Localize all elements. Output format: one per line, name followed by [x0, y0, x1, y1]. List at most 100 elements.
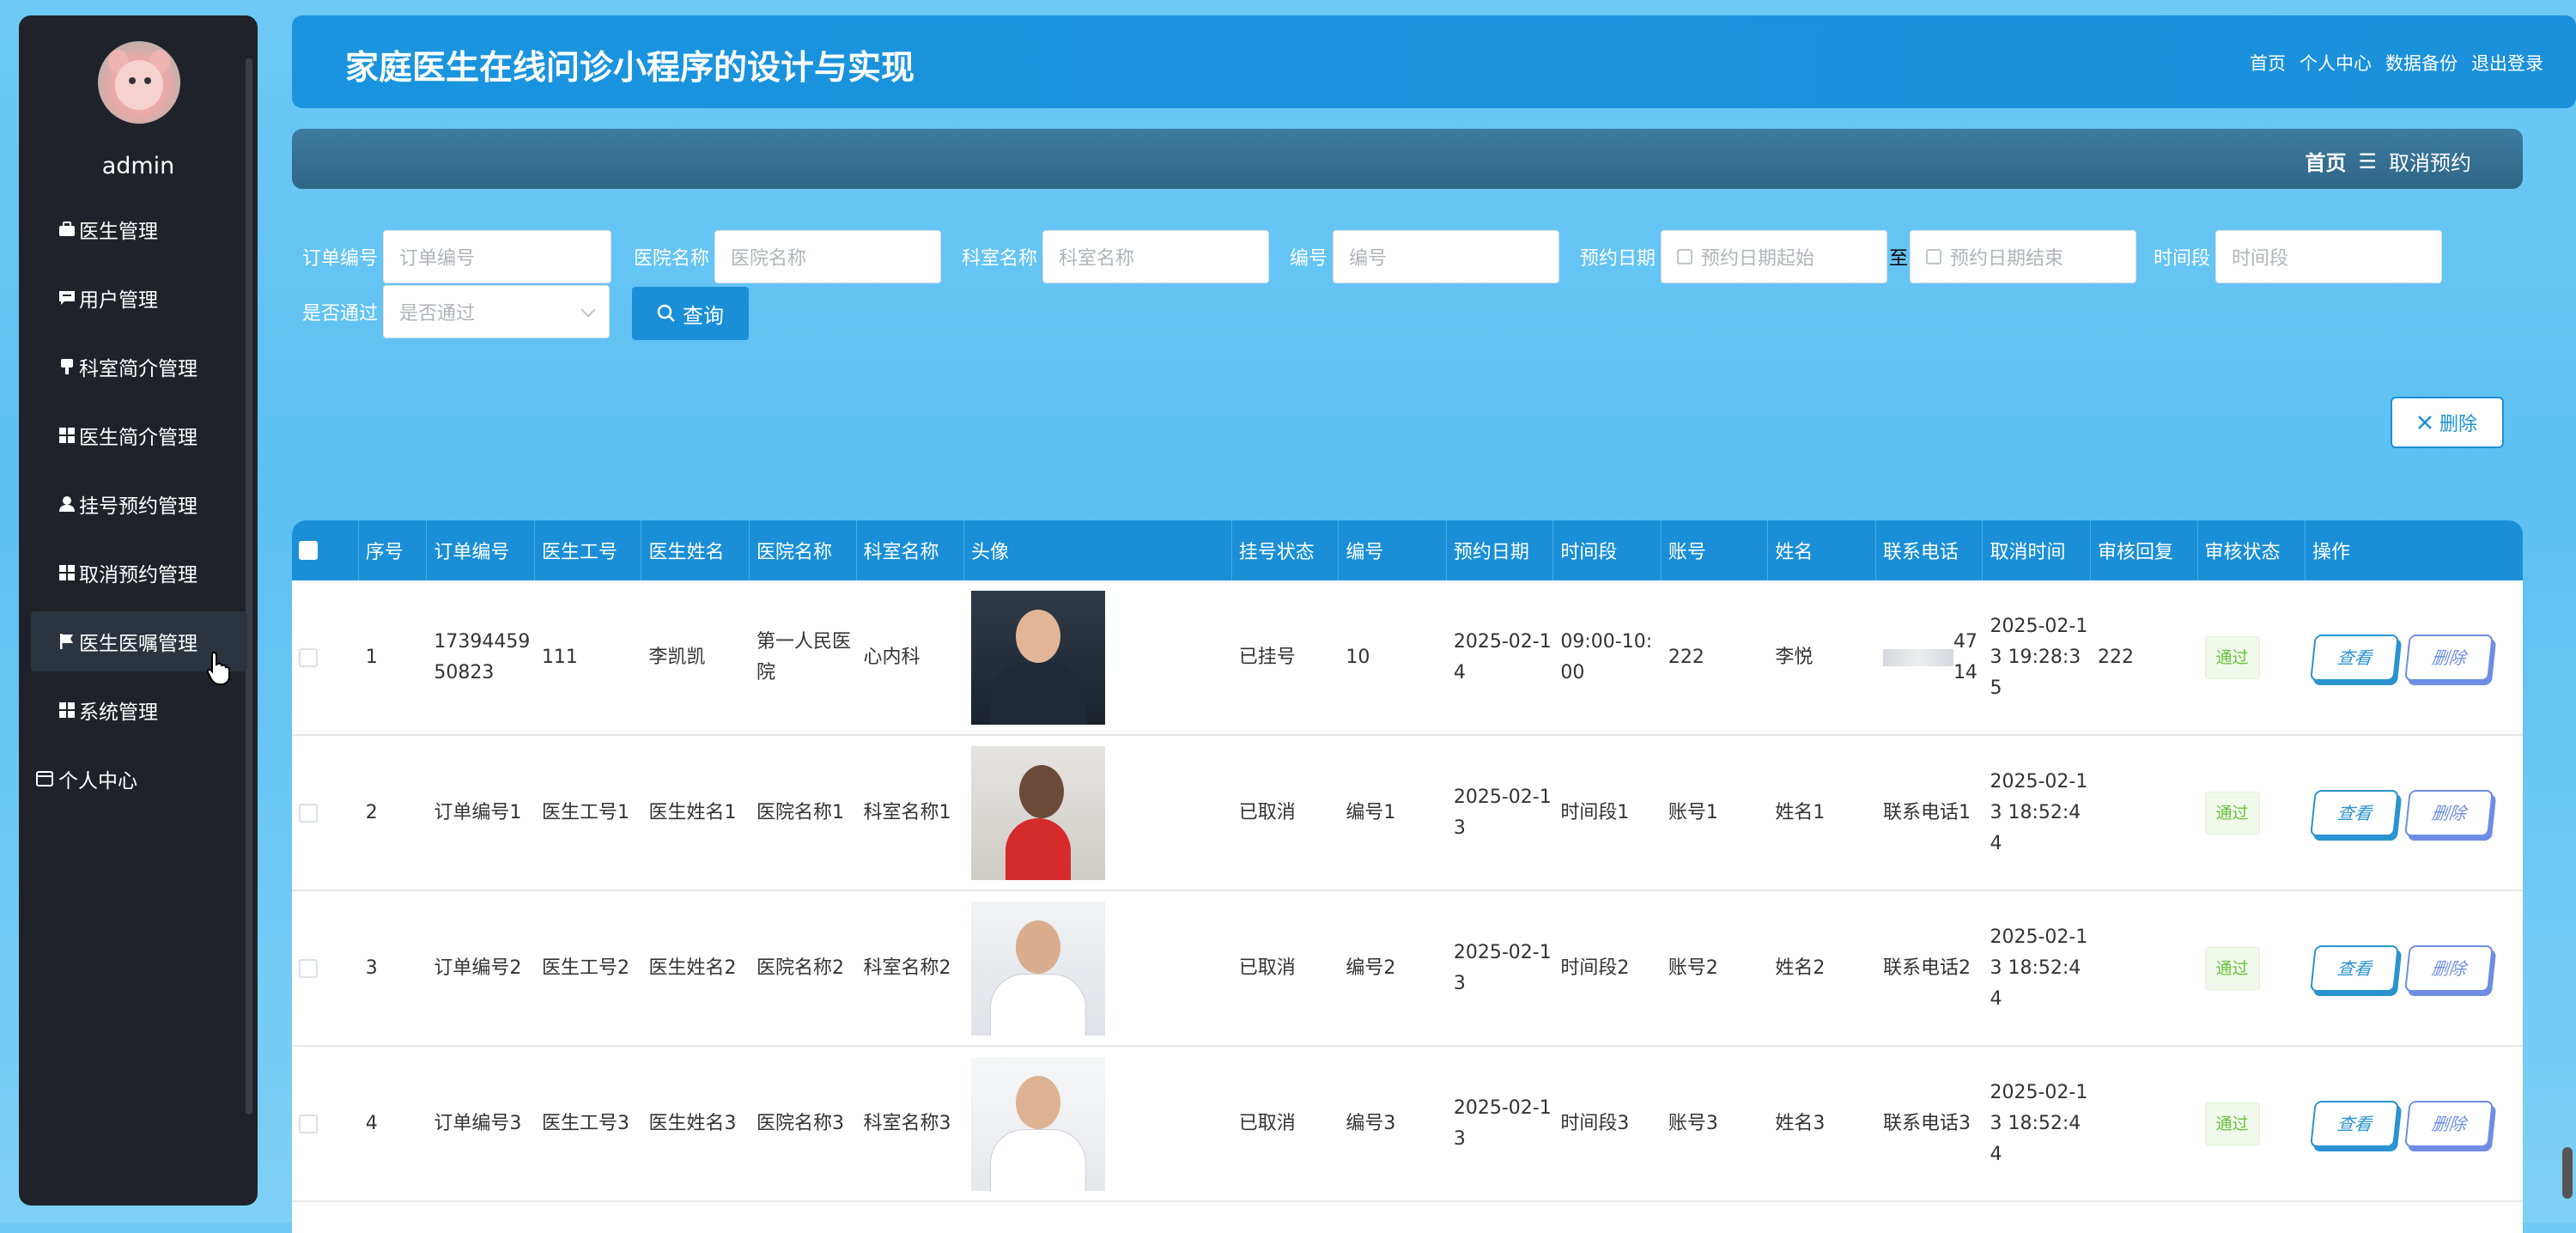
cell-audit: 通过 — [2198, 736, 2306, 890]
cell-status: 已取消 — [1238, 957, 1296, 979]
table-row: 2 订单编号1 医生工号1 医生姓名1 医院名称1 科室名称1 已取消 编号1 … — [292, 736, 2523, 891]
cell-reply — [2091, 736, 2198, 890]
card-icon — [36, 771, 53, 787]
row-checkbox[interactable] — [299, 1114, 318, 1133]
sidebar-item-cancel[interactable]: 取消预约管理 — [31, 543, 247, 603]
placeholder: 科室名称 — [1059, 248, 1135, 270]
doctor-photo[interactable] — [971, 1056, 1106, 1191]
row-checkbox[interactable] — [299, 803, 318, 823]
header-link-home[interactable]: 首页 — [2250, 50, 2286, 76]
cell-phone: 联系电话2 — [1882, 957, 1971, 979]
delete-button[interactable]: 删除 — [2404, 789, 2494, 836]
cell-reply — [2091, 1047, 2198, 1200]
cell-cancel-time: 2025-02-13 19:28:35 — [1990, 615, 2088, 699]
grid-icon — [59, 428, 75, 443]
cell-dept: 科室名称3 — [863, 1112, 951, 1134]
sidebar-item-appointment[interactable]: 挂号预约管理 — [31, 474, 247, 534]
column-header: 编号 — [1339, 520, 1447, 580]
cell-photo — [964, 891, 1232, 1045]
grid-icon — [59, 702, 75, 718]
cell-cancel-time: 2025-02-13 18:52:44 — [1990, 770, 2088, 854]
cell-dept: 科室名称1 — [863, 801, 951, 823]
cell-account: 账号2 — [1668, 957, 1718, 979]
status-badge: 通过 — [2204, 635, 2260, 679]
sidebar-item-doctor-intro[interactable]: 医生简介管理 — [31, 405, 247, 465]
column-header: 订单编号 — [427, 520, 535, 580]
order-no-input[interactable]: 订单编号 — [383, 230, 612, 283]
batch-delete-button[interactable]: 删除 — [2391, 397, 2504, 448]
column-header: 医生工号 — [535, 520, 642, 580]
doctor-photo[interactable] — [971, 901, 1106, 1036]
cell-hospital: 第一人民医院 — [756, 630, 851, 683]
select-all-cell — [292, 520, 359, 580]
avatar[interactable] — [98, 41, 180, 124]
cell-date: 2025-02-13 — [1453, 1096, 1552, 1150]
page-scrollbar[interactable] — [2562, 1147, 2573, 1199]
cell-time: 时间段1 — [1560, 801, 1630, 823]
breadcrumb: 首页 ☰ 取消预约 — [292, 129, 2523, 189]
doctor-photo[interactable] — [971, 590, 1106, 725]
cell-code: 编号1 — [1346, 801, 1396, 823]
delete-button[interactable]: 删除 — [2404, 634, 2494, 681]
flag-icon — [60, 634, 73, 649]
column-header: 操作 — [2312, 542, 2351, 563]
dept-input[interactable]: 科室名称 — [1042, 230, 1270, 283]
cell-dept: 心内科 — [863, 646, 920, 668]
sidebar-item-doctor[interactable]: 医生管理 — [31, 199, 247, 259]
sidebar-item-user[interactable]: 用户管理 — [31, 268, 247, 328]
table-row: 4 订单编号3 医生工号3 医生姓名3 医院名称3 科室名称3 已取消 编号3 … — [292, 1047, 2523, 1202]
placeholder: 时间段 — [2232, 248, 2289, 270]
select-all-checkbox[interactable] — [299, 541, 318, 560]
sidebar-item-system[interactable]: 系统管理 — [31, 680, 247, 740]
hospital-input[interactable]: 医院名称 — [714, 230, 942, 283]
header-link-backup[interactable]: 数据备份 — [2385, 50, 2458, 76]
view-button[interactable]: 查看 — [2310, 1100, 2399, 1147]
row-select-cell — [292, 736, 359, 890]
cell-no: 2 — [365, 801, 378, 823]
view-button[interactable]: 查看 — [2310, 634, 2399, 681]
avatar-eye — [129, 77, 136, 84]
cell-name: 李悦 — [1775, 646, 1814, 668]
cell-order: 订单编号3 — [434, 1112, 522, 1134]
sidebar-item-dept-intro[interactable]: 科室简介管理 — [31, 337, 247, 397]
doctor-photo[interactable] — [971, 745, 1106, 880]
cell-status: 已取消 — [1238, 1112, 1296, 1134]
column-header: 科室名称 — [857, 520, 965, 580]
approved-select[interactable]: 是否通过 — [383, 285, 611, 338]
code-input[interactable]: 编号 — [1333, 230, 1560, 283]
breadcrumb-home[interactable]: 首页 — [2305, 146, 2346, 176]
column-header: 医生姓名 — [641, 520, 750, 580]
delete-button[interactable]: 删除 — [2404, 1100, 2494, 1147]
placeholder: 订单编号 — [399, 248, 476, 270]
cell-phone: 47 14 — [1876, 580, 1984, 734]
row-checkbox[interactable] — [299, 958, 318, 978]
sidebar-item-personal[interactable]: 个人中心 — [31, 749, 247, 809]
chat-icon — [59, 291, 75, 305]
dept-field: 科室名称 科室名称 — [962, 230, 1270, 283]
view-button[interactable]: 查看 — [2310, 789, 2399, 836]
header-link-logout[interactable]: 退出登录 — [2471, 50, 2543, 76]
header-link-profile[interactable]: 个人中心 — [2300, 50, 2372, 76]
row-checkbox[interactable] — [299, 647, 318, 667]
avatar-face — [115, 60, 163, 110]
table-row: 1 1739445950823 111 李凯凯 第一人民医院 心内科 已挂号 1… — [292, 580, 2523, 736]
date-start-input[interactable]: 预约日期起始 — [1661, 230, 1888, 283]
close-icon — [2418, 416, 2432, 429]
phone-text: 47 14 — [1953, 630, 1978, 683]
cell-no: 3 — [365, 957, 378, 979]
view-button[interactable]: 查看 — [2310, 944, 2399, 992]
date-end-input[interactable]: 预约日期结束 — [1910, 230, 2137, 283]
field-label: 医院名称 — [634, 248, 710, 270]
cell-status: 已挂号 — [1238, 646, 1296, 668]
cell-order: 1739445950823 — [434, 630, 531, 683]
cell-account: 222 — [1668, 646, 1704, 668]
time-input[interactable]: 时间段 — [2215, 230, 2443, 283]
query-button[interactable]: 查询 — [632, 287, 749, 340]
column-header: 时间段 — [1553, 520, 1662, 580]
delete-button[interactable]: 删除 — [2404, 944, 2494, 992]
cell-reply — [2091, 891, 2198, 1045]
username: admin — [101, 153, 175, 179]
cancel-appointment-table: 序号 订单编号 医生工号 医生姓名 医院名称 科室名称 头像 挂号状态 编号 预… — [292, 520, 2523, 1233]
status-badge: 通过 — [2204, 791, 2260, 835]
hospital-field: 医院名称 医院名称 — [634, 230, 942, 283]
